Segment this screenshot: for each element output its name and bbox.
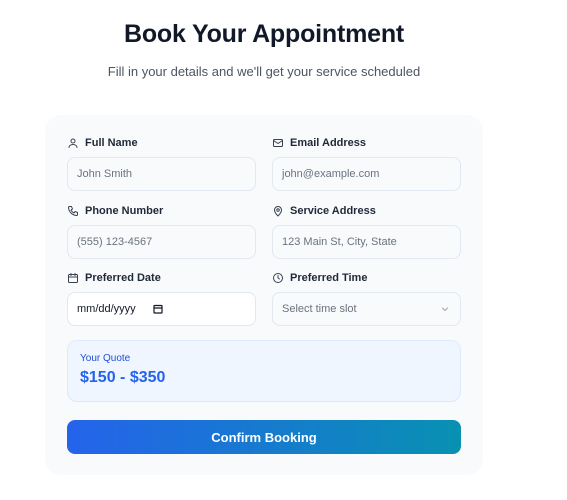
address-field: Service Address 123 Main St, City, State: [272, 204, 461, 259]
full-name-field: Full Name John Smith: [67, 136, 256, 191]
phone-field: Phone Number (555) 123-4567: [67, 204, 256, 259]
map-pin-icon: [274, 206, 282, 217]
time-field: Preferred Time Select time slot: [272, 271, 461, 326]
time-label: Preferred Time: [290, 272, 368, 284]
full-name-label: Full Name: [85, 137, 138, 149]
address-input[interactable]: 123 Main St, City, State: [272, 225, 461, 259]
address-placeholder: 123 Main St, City, State: [282, 236, 397, 248]
date-label-row: Preferred Date: [67, 271, 256, 285]
date-picker-icon[interactable]: [152, 303, 164, 315]
address-label: Service Address: [290, 205, 376, 217]
phone-placeholder: (555) 123-4567: [77, 236, 153, 248]
page-subtitle: Fill in your details and we'll get your …: [107, 64, 421, 79]
date-field: Preferred Date mm/dd/yyyy: [67, 271, 256, 326]
confirm-booking-button[interactable]: Confirm Booking: [67, 420, 461, 454]
date-input[interactable]: mm/dd/yyyy: [67, 292, 256, 326]
phone-label-row: Phone Number: [67, 204, 256, 218]
phone-input[interactable]: (555) 123-4567: [67, 225, 256, 259]
time-selected-value: Select time slot: [282, 303, 357, 315]
mail-icon: [273, 139, 283, 147]
phone-icon: [68, 206, 78, 216]
date-value: mm/dd/yyyy: [77, 303, 136, 315]
time-label-row: Preferred Time: [272, 271, 461, 285]
user-icon: [68, 138, 78, 148]
chevron-down-icon: [442, 307, 448, 311]
full-name-label-row: Full Name: [67, 136, 256, 150]
clock-icon: [273, 273, 283, 283]
email-placeholder: john@example.com: [282, 168, 380, 180]
page-title: Book Your Appointment: [123, 20, 405, 48]
email-field: Email Address john@example.com: [272, 136, 461, 191]
quote-value: $150 - $350: [80, 369, 166, 386]
address-label-row: Service Address: [272, 204, 461, 218]
email-label: Email Address: [290, 137, 367, 149]
quote-box: Your Quote $150 - $350: [67, 340, 461, 402]
quote-label: Your Quote: [80, 353, 131, 364]
full-name-placeholder: John Smith: [77, 168, 133, 180]
email-label-row: Email Address: [272, 136, 461, 150]
time-select[interactable]: Select time slot: [272, 292, 461, 326]
phone-label: Phone Number: [85, 205, 164, 217]
full-name-input[interactable]: John Smith: [67, 157, 256, 191]
date-label: Preferred Date: [85, 272, 161, 284]
calendar-icon: [68, 273, 78, 283]
email-input[interactable]: john@example.com: [272, 157, 461, 191]
